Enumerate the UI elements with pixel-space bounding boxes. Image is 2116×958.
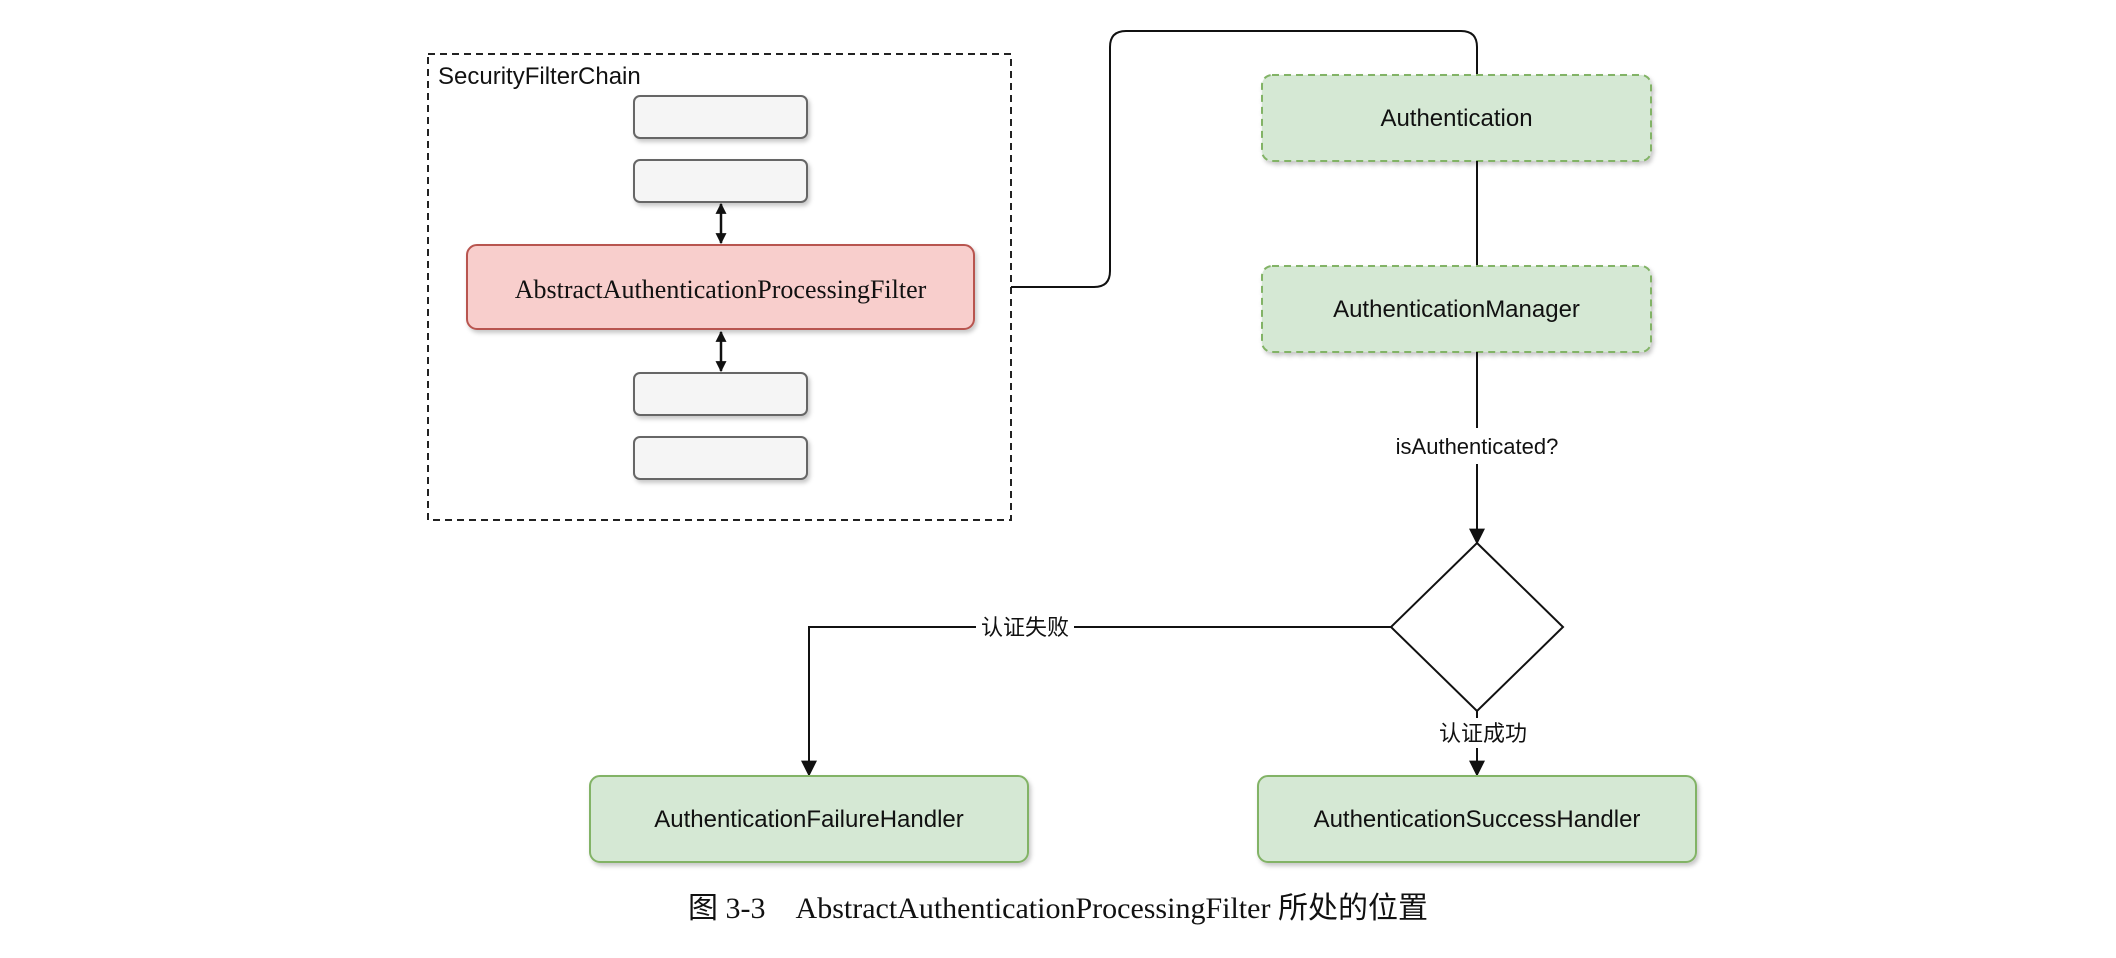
authentication-failure-handler-label: AuthenticationFailureHandler bbox=[654, 806, 964, 833]
placeholder-filter-3 bbox=[633, 372, 808, 416]
authentication-success-handler-label: AuthenticationSuccessHandler bbox=[1314, 806, 1641, 833]
failure-edge bbox=[801, 626, 1391, 777]
placeholder-filter-2 bbox=[633, 159, 808, 203]
security-filter-chain-label: SecurityFilterChain bbox=[438, 63, 641, 90]
is-authenticated-label: isAuthenticated? bbox=[1396, 434, 1559, 459]
decision-diamond bbox=[1389, 541, 1565, 713]
authentication-label: Authentication bbox=[1380, 105, 1532, 132]
failure-label: 认证失败 bbox=[981, 615, 1069, 640]
authentication-manager-label: AuthenticationManager bbox=[1333, 296, 1580, 323]
filter-label: AbstractAuthenticationProcessingFilter bbox=[515, 275, 927, 304]
placeholder-filter-1 bbox=[633, 95, 808, 139]
flow-diagram: SecurityFilterChain AbstractAuthenticati… bbox=[427, 30, 1697, 925]
placeholder-filter-4 bbox=[633, 436, 808, 480]
figure-caption: 图 3-3 AbstractAuthenticationProcessingFi… bbox=[688, 892, 1428, 925]
success-label: 认证成功 bbox=[1439, 721, 1527, 746]
